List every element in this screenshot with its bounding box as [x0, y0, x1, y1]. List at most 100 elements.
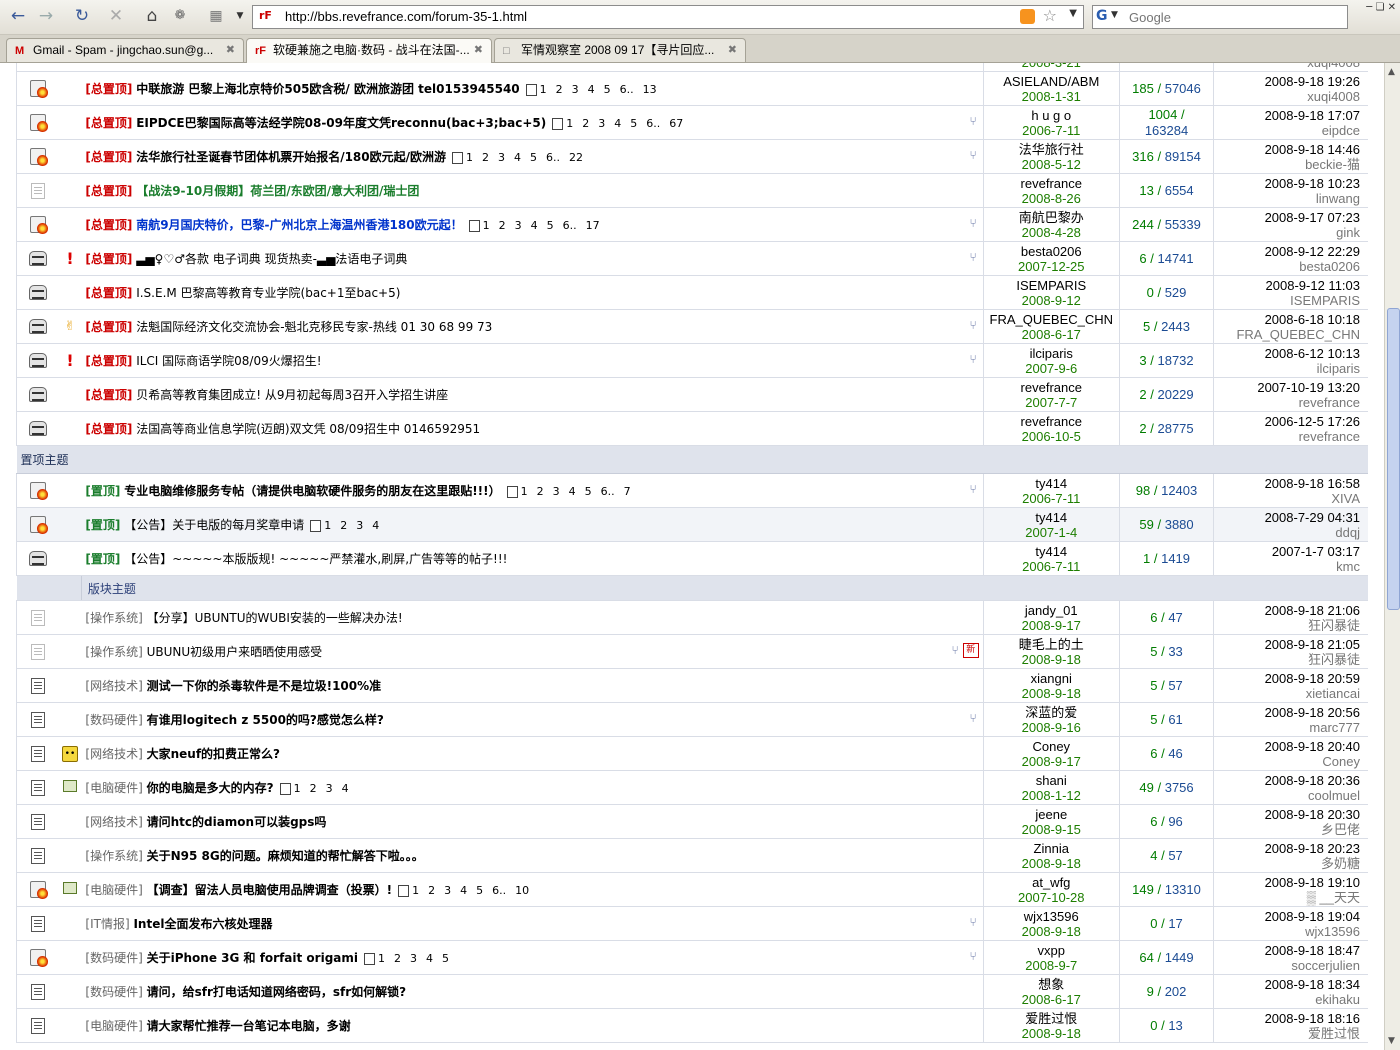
page-link[interactable]: 1 [324, 519, 331, 532]
last-poster[interactable]: marc777 [1214, 720, 1360, 735]
last-poster[interactable]: Coney [1214, 754, 1360, 769]
thread-prefix[interactable]: [置顶] [85, 518, 120, 532]
forward-arrow-icon[interactable]: → [34, 5, 58, 27]
page-link[interactable]: 1 [294, 782, 301, 795]
thread-row[interactable]: ✌ [总置顶] 法魁国际经济文化交流协会-魁北克移民专家-热线 01 30 68 … [15, 309, 1368, 344]
page-link[interactable]: 2 [340, 519, 347, 532]
thread-row[interactable]: •• [网络技术] 大家neuf的扣费正常么? Coney 2008-9-17 6 / … [15, 736, 1368, 771]
author-name[interactable]: xiangni [984, 671, 1119, 686]
author-name[interactable]: 法华旅行社 [984, 142, 1119, 157]
page-link[interactable]: 2 [582, 117, 589, 130]
thread-row-partial[interactable]: 2008-3-21 xuqi4008 [15, 63, 1368, 72]
last-post-date[interactable]: 2008-9-18 14:46 [1214, 142, 1360, 157]
page-link[interactable]: 6.. [546, 151, 560, 164]
last-poster[interactable]: 爱胜过恨 [1214, 1026, 1360, 1041]
page-link[interactable]: 4 [531, 219, 538, 232]
page-link[interactable]: 3 [498, 151, 505, 164]
author-name[interactable]: ilciparis [984, 346, 1119, 361]
last-poster[interactable]: linwang [1214, 191, 1360, 206]
thread-title-link[interactable]: ILCI 国际商语学院08/09火爆招生! [136, 354, 321, 368]
last-post-date[interactable]: 2008-6-18 10:18 [1214, 312, 1360, 327]
author-name[interactable]: Zinnia [984, 841, 1119, 856]
last-post-date[interactable]: 2008-9-18 20:59 [1214, 671, 1360, 686]
thread-row[interactable]: [数码硬件] 请问，给sfr打电话知道网络密码，sfr如何解锁? 想象 2008-6… [15, 974, 1368, 1009]
last-post-date[interactable]: 2008-9-18 18:16 [1214, 1011, 1360, 1026]
last-poster[interactable]: coolmuel [1214, 788, 1360, 803]
author-name[interactable]: ASIELAND/ABM [984, 74, 1119, 89]
author-name[interactable]: vxpp [984, 943, 1119, 958]
thread-prefix[interactable]: [总置顶] [85, 286, 132, 300]
thread-title-link[interactable]: 【战法9-10月假期】荷兰团/东欧团/意大利团/瑞士团 [136, 184, 419, 198]
thread-row[interactable]: [电脑硬件] 【调查】留法人员电脑使用品牌调查（投票）! 1 2 3 4 5 6.. 10 at… [15, 872, 1368, 907]
page-link[interactable]: 4 [569, 485, 576, 498]
thread-prefix[interactable]: [网络技术] [85, 679, 142, 693]
last-poster[interactable]: ddqj [1214, 525, 1360, 540]
last-post-date[interactable]: 2008-9-18 20:36 [1214, 773, 1360, 788]
author-name[interactable]: 睫毛上的土 [984, 637, 1119, 652]
extension-icon[interactable]: ❁ [168, 5, 192, 27]
thread-row[interactable]: ! [总置顶] ▃▅♀♡♂各款 电子词典 现货热卖-▃▅法语电子词典 ⑂ besta0… [15, 241, 1368, 276]
author-name[interactable]: revefrance [984, 414, 1119, 429]
thread-title-link[interactable]: 【分享】UBUNTU的WUBI安装的一些解决办法! [147, 611, 403, 625]
last-poster[interactable]: ilciparis [1214, 361, 1360, 376]
page-link[interactable]: 5 [476, 884, 483, 897]
last-poster[interactable]: xuqi4008 [1214, 89, 1360, 104]
back-arrow-icon[interactable]: ← [6, 5, 30, 27]
last-poster[interactable]: xietiancai [1214, 686, 1360, 701]
last-poster[interactable]: revefrance [1214, 395, 1360, 410]
author-name[interactable]: Coney [984, 739, 1119, 754]
last-poster[interactable]: XIVA [1214, 491, 1360, 506]
page-link[interactable]: 2 [428, 884, 435, 897]
thread-prefix[interactable]: [总置顶] [85, 354, 132, 368]
page-link[interactable]: 4 [342, 782, 349, 795]
page-link[interactable]: 17 [586, 219, 600, 232]
page-link[interactable]: 3 [410, 952, 417, 965]
last-poster[interactable]: besta0206 [1214, 259, 1360, 274]
thread-row[interactable]: [数码硬件] 有谁用logitech z 5500的吗?感觉怎么样? ⑂ 深蓝的爱 2… [15, 702, 1368, 737]
page-link[interactable]: 5 [630, 117, 637, 130]
scroll-down-icon[interactable]: ▼ [1388, 1036, 1395, 1046]
page-link[interactable]: 2 [482, 151, 489, 164]
thread-row[interactable]: [操作系统] UBUNU初级用户来晒晒使用感受 ⑂ 新睫毛上的土 2008-9-18 5… [15, 634, 1368, 669]
page-link[interactable]: 1 [540, 83, 547, 96]
author-name[interactable]: revefrance [984, 380, 1119, 395]
close-icon[interactable]: ✖ [226, 39, 235, 61]
page-link[interactable]: 4 [460, 884, 467, 897]
last-poster[interactable]: revefrance [1214, 429, 1360, 444]
thread-title-link[interactable]: 请大家帮忙推荐一台笔记本电脑，多谢 [147, 1019, 351, 1033]
author-name[interactable]: jeene [984, 807, 1119, 822]
thread-prefix[interactable]: [总置顶] [85, 388, 132, 402]
last-poster[interactable]: FRA_QUEBEC_CHN [1214, 327, 1360, 342]
last-post-date[interactable]: 2008-9-18 21:06 [1214, 603, 1360, 618]
author-name[interactable]: 爱胜过恨 [984, 1011, 1119, 1026]
page-link[interactable]: 3 [356, 519, 363, 532]
author-name[interactable]: wjx13596 [984, 909, 1119, 924]
page-link[interactable]: 3 [553, 485, 560, 498]
page-link[interactable]: 5 [604, 83, 611, 96]
thread-row[interactable]: [IT情报] Intel全面发布六核处理器 ⑂ wjx13596 2008-9-18 0… [15, 906, 1368, 941]
thread-row[interactable]: [总置顶] 法华旅行社圣诞春节团体机票开始报名/180欧元起/欧洲游 1 2 3 4 5 6… [15, 139, 1368, 174]
window-controls[interactable]: ─ ❏ ✕ [1366, 2, 1396, 13]
page-link[interactable]: 6.. [646, 117, 660, 130]
search-box[interactable]: G ▼ [1092, 5, 1348, 29]
page-link[interactable]: 5 [442, 952, 449, 965]
thread-prefix[interactable]: [数码硬件] [85, 713, 142, 727]
page-link[interactable]: 1 [412, 884, 419, 897]
thread-row[interactable]: [总置顶] I.S.E.M 巴黎高等教育专业学院(bac+1至bac+5) ISE… [15, 275, 1368, 310]
thread-title-link[interactable]: 南航9月国庆特价，巴黎-广州北京上海温州香港180欧元起！ [136, 218, 462, 232]
page-link[interactable]: 1 [521, 485, 528, 498]
thread-row[interactable]: [操作系统] 关于N95 8G的问题。麻烦知道的帮忙解答下啦。。。 Zinnia 2… [15, 838, 1368, 873]
close-icon[interactable]: ✖ [728, 39, 737, 61]
thread-title-link[interactable]: EIPDCE巴黎国际高等法经学院08-09年度文凭reconnu(bac+3;b… [136, 116, 546, 130]
last-post-date[interactable]: 2008-9-17 07:23 [1214, 210, 1360, 225]
last-poster[interactable]: soccerjulien [1214, 958, 1360, 973]
thread-title-link[interactable]: 【公告】关于电版的每月奖章申请 [124, 518, 304, 532]
thread-prefix[interactable]: [操作系统] [85, 849, 142, 863]
page-link[interactable]: 4 [426, 952, 433, 965]
thread-title-link[interactable]: 法华旅行社圣诞春节团体机票开始报名/180欧元起/欧洲游 [136, 150, 446, 164]
last-poster[interactable]: 多奶糖 [1214, 856, 1360, 871]
last-post-date[interactable]: 2008-9-18 18:34 [1214, 977, 1360, 992]
last-poster[interactable]: ISEMPARIS [1214, 293, 1360, 308]
page-link[interactable]: 4 [614, 117, 621, 130]
last-post-date[interactable]: 2008-9-18 17:07 [1214, 108, 1360, 123]
